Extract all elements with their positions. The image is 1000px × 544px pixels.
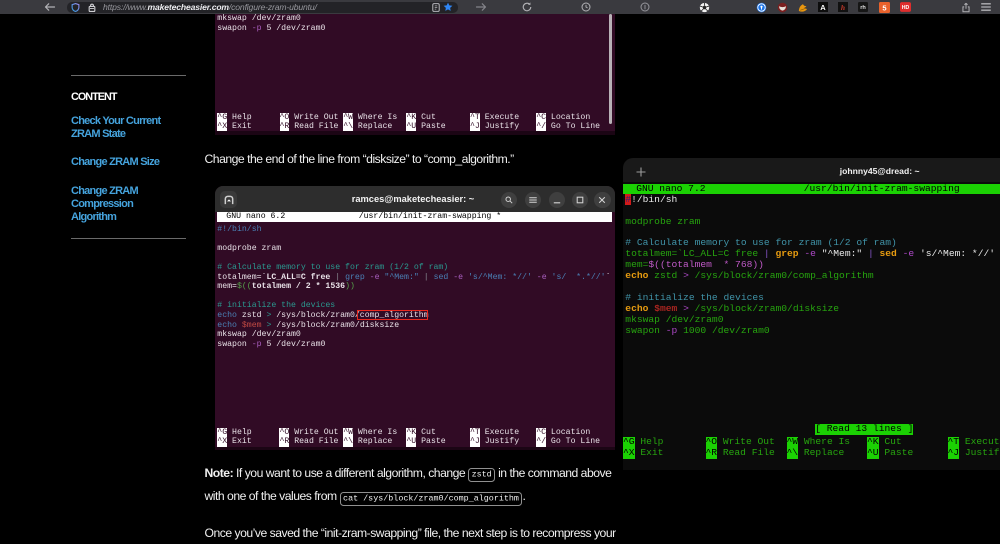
svg-text:h: h — [841, 3, 845, 12]
svg-text:5: 5 — [882, 3, 886, 12]
svg-text:A: A — [820, 3, 826, 12]
svg-text:rh: rh — [860, 5, 866, 11]
svg-text:HD: HD — [902, 5, 910, 11]
